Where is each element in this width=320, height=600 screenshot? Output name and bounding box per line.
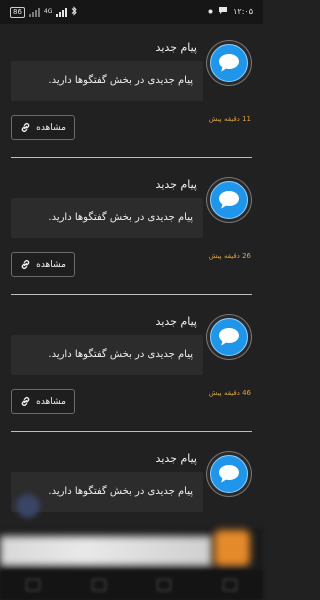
bottom-navigation: [0, 570, 263, 600]
divider: [11, 294, 252, 295]
nav-item-icon[interactable]: [157, 579, 172, 591]
blurred-avatar: [16, 494, 40, 518]
divider: [11, 157, 252, 158]
status-bar: 86 4G ۱۲:۰۵: [0, 0, 263, 24]
blurred-app-icon: [214, 530, 250, 566]
nav-item-icon[interactable]: [223, 579, 238, 591]
notification-time: 26 دقیقه پیش: [208, 252, 251, 260]
notification-card: پیام جدید پیام جدیدی در بخش گفتگوها داری…: [0, 174, 263, 311]
chat-bubble-icon: [219, 191, 239, 209]
message-text: پیام جدیدی در بخش گفتگوها دارید.: [48, 349, 193, 360]
link-icon: [21, 259, 30, 270]
view-button-label: مشاهده: [36, 259, 66, 270]
status-time: ۱۲:۰۵: [233, 7, 253, 16]
notification-card: پیام جدید پیام جدیدی در بخش گفتگوها داری…: [0, 37, 263, 174]
view-button[interactable]: مشاهده: [11, 252, 75, 277]
status-right: ۱۲:۰۵: [208, 6, 253, 17]
chat-bubble-icon: [219, 465, 239, 483]
view-button[interactable]: مشاهده: [11, 115, 75, 140]
view-button-label: مشاهده: [36, 396, 66, 407]
divider: [11, 431, 252, 432]
nav-item-icon[interactable]: [91, 579, 106, 591]
view-button-label: مشاهده: [36, 122, 66, 133]
notification-card: پیام جدید پیام جدیدی در بخش گفتگوها داری…: [0, 311, 263, 448]
link-icon: [21, 122, 30, 133]
link-icon: [21, 396, 30, 407]
cell-signal-icon: [56, 7, 68, 17]
dot-icon: [208, 7, 213, 16]
chat-bubble-icon: [219, 54, 239, 72]
message-text: پیام جدیدی در بخش گفتگوها دارید.: [48, 75, 193, 86]
nav-item-icon[interactable]: [25, 579, 40, 591]
avatar: [207, 41, 251, 85]
bluetooth-icon: [71, 6, 78, 18]
notification-title: پیام جدید: [155, 315, 197, 328]
notification-title: پیام جدید: [155, 41, 197, 54]
chat-bubble-icon: [219, 328, 239, 346]
notification-time: 46 دقیقه پیش: [208, 389, 251, 397]
notification-message: پیام جدیدی در بخش گفتگوها دارید.: [11, 61, 203, 101]
network-type: 4G: [43, 8, 53, 15]
avatar: [207, 452, 251, 496]
notification-title: پیام جدید: [155, 452, 197, 465]
message-text: پیام جدیدی در بخش گفتگوها دارید.: [48, 212, 193, 223]
notification-time: 11 دقیقه پیش: [208, 115, 251, 123]
message-text: پیام جدیدی در بخش گفتگوها دارید.: [48, 486, 193, 497]
avatar: [207, 178, 251, 222]
blurred-banner: [0, 536, 212, 566]
notification-message: پیام جدیدی در بخش گفتگوها دارید.: [11, 335, 203, 375]
avatar: [207, 315, 251, 359]
battery-indicator: 86: [10, 6, 25, 18]
notification-title: پیام جدید: [155, 178, 197, 191]
chat-notification-icon: [218, 6, 228, 17]
wifi-signal-icon: [28, 7, 40, 17]
notification-message: پیام جدیدی در بخش گفتگوها دارید.: [11, 198, 203, 238]
status-left: 86 4G: [10, 6, 78, 18]
view-button[interactable]: مشاهده: [11, 389, 75, 414]
